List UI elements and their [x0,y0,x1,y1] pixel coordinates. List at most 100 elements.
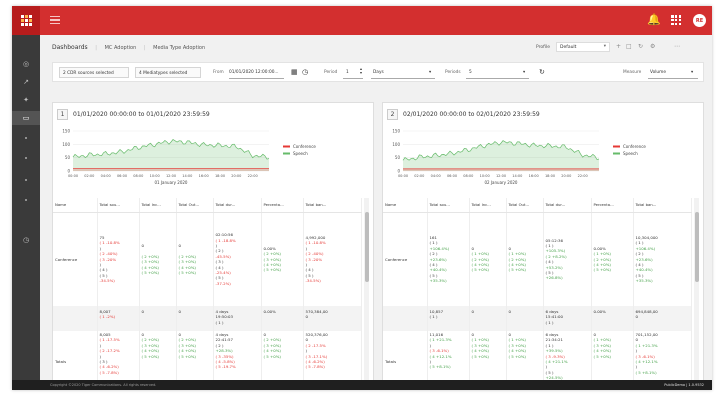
globe-icon[interactable]: ◎ [12,57,40,71]
period-unit-select[interactable]: Days [373,70,384,75]
breadcrumb-item[interactable]: Dashboards [52,44,88,51]
hamburger-menu-icon[interactable] [50,16,60,24]
stepper-icon[interactable]: ▴ ▾ [360,67,362,75]
column-header[interactable]: Total Inc... [139,198,177,213]
measure-select[interactable]: Volume [650,70,666,75]
table-cell: 520,376,00 0 ( 2 -17.5% ) ( 3 -17.1%) ( … [303,331,362,381]
chevron-down-icon[interactable]: ▾ [429,70,431,75]
table-row[interactable]: Conference 75 ( 1 -10.8% ) ( 2 -40%) ( 3… [53,212,362,306]
legend-label: Speech [293,151,308,156]
profile-select[interactable]: Default ▾ [556,42,610,52]
period-label: Period [324,70,338,75]
sidebar-item-dot[interactable] [12,193,40,207]
table-cell: 0 ( 2 +0%) ( 3 +0%) ( 4 +0%) ( 5 +0%) [261,331,304,381]
breadcrumb-separator: | [143,45,146,51]
calendar-icon[interactable]: ▦ [291,68,298,76]
refresh-icon[interactable]: ↻ [539,68,545,76]
table-cell: 10,857 ( 1 ) [427,306,470,331]
dashboard-icon[interactable]: ▭ [12,111,40,125]
table-cell: 570,384,00 0 [303,306,362,331]
table-cell: 0 ( 1 +0%) ( 3 +0%) ( 4 +0%) ( 5 +0%) [591,331,634,381]
period-unit-underline [371,78,435,79]
totals-row[interactable]: Totals 11,016 ( 1 +21.3% ) ( 3 -6.1%) ( … [383,331,692,381]
period-input[interactable]: 1 [346,70,349,75]
table-cell: 694,848,00 0 [633,306,692,331]
chevron-down-icon[interactable]: ▾ [691,70,693,75]
chart-icon[interactable]: ↗ [12,75,40,89]
network-icon[interactable]: ✦ [12,93,40,107]
column-header[interactable]: Percenta... [591,198,634,213]
table-cell: 6 days 21:34:21 ( 1 ) +39.5%) ( 3 -9.3%)… [543,331,592,381]
x-tick-label: 10:00 [480,174,490,178]
refresh-icon[interactable]: ↻ [638,43,643,50]
chevron-down-icon[interactable]: ▾ [523,70,525,75]
periods-select[interactable]: 5 [469,70,472,75]
table-cell: 0.00% ( 1 +0%) ( 2 +0%) ( 4 +0%) ( 5 +0%… [591,212,634,306]
panel-title: 01/01/2020 00:00:00 to 01/01/2020 23:59:… [73,111,210,118]
user-avatar[interactable]: RE [693,14,706,27]
column-header[interactable]: Total dur... [213,198,262,213]
scrollbar-thumb[interactable] [694,212,699,282]
y-tick-label: 0 [397,169,400,174]
settings-icon[interactable]: ⚙ [650,43,655,50]
copyright-text: Copyright ©2020 Tiger Communications. Al… [50,383,157,387]
period-panel-1: 1 01/01/2020 00:00:00 to 01/01/2020 23:5… [52,102,374,382]
legend-swatch [283,152,290,155]
table-scrollbar[interactable] [694,198,699,381]
column-header[interactable]: Total Inc... [469,198,507,213]
table-cell: 701,152,00 0 ( 1 +21.3% ) ( 3 -6.1%) ( 4… [633,331,692,381]
table-row[interactable]: Conference 161 ( 1 ) +106.4%) ( 2 ) +23.… [383,212,692,306]
table-cell: 75 ( 1 -10.8% ) ( 2 -40%) ( 3 -20% ) ( 4… [97,212,140,306]
bell-icon[interactable]: 🔔 [647,14,661,25]
table-cell: 11,016 ( 1 +21.3% ) ( 3 -6.1%) ( 4 +12.1… [427,331,470,381]
more-options-icon[interactable]: ⋯ [674,43,680,50]
add-icon[interactable]: + [616,43,621,50]
breadcrumb-item: Media Type Adoption [153,45,206,51]
table-row[interactable]: 10,857 ( 1 ) 0 0 6 days 15:41:00 ( 1 ) 0… [383,306,692,331]
period-panel-2: 2 02/01/2020 00:00:00 to 02/01/2020 23:5… [382,102,704,382]
table-scrollbar[interactable] [364,198,369,381]
column-header[interactable]: Total Out... [506,198,544,213]
column-header[interactable]: Total sou... [97,198,140,213]
breadcrumb-item[interactable]: MC Adoption [105,45,137,51]
x-tick-label: 18:00 [545,174,555,178]
scrollbar-thumb[interactable] [364,212,369,282]
app-logo[interactable] [12,6,40,35]
x-tick-label: 08:00 [133,174,143,178]
column-header[interactable]: Name [383,198,428,213]
row-name [53,306,98,331]
save-icon[interactable]: □ [626,43,632,50]
clock-icon[interactable]: ◷ [302,68,308,76]
sidebar-item-dot[interactable] [12,151,40,165]
column-header[interactable]: Total Out... [176,198,214,213]
row-name: Totals [383,331,428,381]
legend-label: Conference [623,144,646,149]
sidebar-item-dot[interactable] [12,131,40,145]
x-axis-label: 02 January 2020 [485,180,518,185]
column-header[interactable]: Total sou... [427,198,470,213]
from-date-input[interactable]: 01/01/2020 12:00:00... [229,70,279,75]
y-tick-label: 150 [62,129,70,134]
column-header[interactable]: Percenta... [261,198,304,213]
column-header[interactable]: Total ban... [303,198,362,213]
column-header[interactable]: Total dur... [543,198,592,213]
x-tick-label: 02:00 [414,174,424,178]
x-tick-label: 06:00 [447,174,457,178]
table-row[interactable]: 8,007 ( 1 -2%) 0 0 4 days 19:50:03 ( 1 )… [53,306,362,331]
column-header[interactable]: Name [53,198,98,213]
column-header[interactable]: Total ban... [633,198,692,213]
y-tick-label: 100 [62,142,70,147]
row-name: Conference [383,212,428,306]
table-cell: 0 ( 2 +0%) ( 3 +0%) ( 4 +0%) ( 5 +0%) [176,331,214,381]
clock-icon[interactable]: ◷ [12,233,40,247]
sidebar-item-dot[interactable] [12,173,40,187]
media-types-select[interactable]: 4 Mediatypes selected [135,67,201,78]
footer: Copyright ©2020 Tiger Communications. Al… [12,380,712,390]
cdr-sources-select[interactable]: 2 CDR sources selected [59,67,129,78]
x-tick-label: 20:00 [561,174,571,178]
totals-row[interactable]: Totals 8,005 ( 1 -17.5% ) ( 2 -17.2% ) (… [53,331,362,381]
x-tick-label: 22:00 [578,174,588,178]
apps-grid-icon[interactable] [671,15,682,26]
x-tick-label: 20:00 [231,174,241,178]
table-cell: 0 ( 1 +0%) ( 3 +0%) ( 4 +0%) ( 5 +0%) [469,331,507,381]
